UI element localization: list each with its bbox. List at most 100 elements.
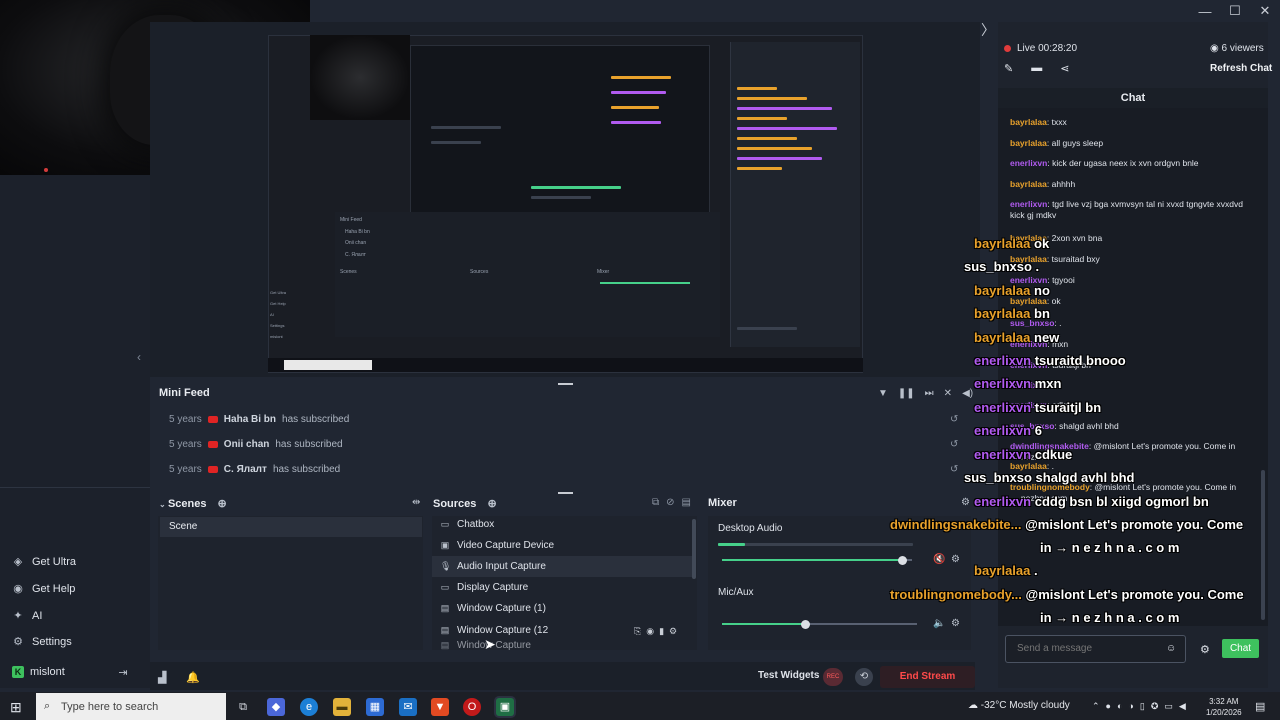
nav-divider [0, 487, 150, 488]
minimize-icon[interactable]: — [1194, 4, 1216, 19]
expand-panel-icon[interactable]: 〉 [981, 20, 995, 40]
chat-username[interactable]: bayrlalaa [1010, 138, 1047, 148]
skip-icon[interactable]: ⏭ [925, 388, 934, 399]
pause-icon[interactable]: ❚❚ [898, 388, 915, 399]
replay-alert-icon[interactable]: ↺ [950, 464, 958, 475]
chat-message-input[interactable] [1017, 643, 1167, 654]
nav-settings[interactable]: ⚙ Settings [12, 635, 72, 649]
filter-icon[interactable]: ▼ [878, 388, 888, 399]
nav-get-help[interactable]: ◉ Get Help [12, 582, 75, 596]
chat-settings-icon[interactable]: ⚙ [1200, 643, 1210, 656]
speaker-icon[interactable]: 🔈 [933, 618, 945, 629]
volume-icon[interactable]: ◀ [1179, 701, 1186, 712]
source-item[interactable]: ▭ Display Capture [432, 577, 692, 598]
left-nav: ◈ Get Ultra ◉ Get Help ✦ AI ⚙ Settings mislo… [0, 175, 150, 688]
scene-item[interactable]: Scene [160, 517, 422, 537]
emoji-icon[interactable]: ☺ [1166, 643, 1176, 654]
network-icon[interactable]: ▭ [1164, 701, 1173, 712]
slider-fill [722, 559, 903, 561]
link-icon[interactable]: ⎘ [634, 626, 641, 637]
source-item[interactable]: ▤ Window Capture (1) [432, 598, 692, 619]
nav-ai[interactable]: ✦ AI [12, 609, 42, 623]
record-button[interactable]: REC [823, 668, 843, 686]
nav-user[interactable]: mislont [30, 666, 65, 678]
add-source-icon[interactable]: ⊕ [487, 498, 496, 510]
layers-icon[interactable]: ▤ [682, 497, 691, 508]
test-widgets-button[interactable]: Test Widgets [758, 670, 819, 681]
end-stream-button[interactable]: End Stream [880, 666, 975, 688]
replay-alert-icon[interactable]: ↺ [950, 414, 958, 425]
brave-icon[interactable]: ▼ [431, 698, 449, 716]
weather-widget[interactable]: ☁ -32°C Mostly cloudy [968, 700, 1070, 711]
desktop-audio-volume-slider[interactable] [722, 555, 912, 565]
mail-icon[interactable]: ✉ [399, 698, 417, 716]
trash-icon[interactable]: ▮ [659, 626, 664, 637]
chat-scrollbar[interactable] [1261, 470, 1265, 620]
youtube-icon [207, 466, 218, 473]
maximize-icon[interactable]: ☐ [1224, 3, 1246, 19]
gear-icon[interactable]: ⚙ [951, 618, 960, 629]
source-item[interactable]: ▭ Chatbox [432, 514, 692, 535]
scene-transition-icon[interactable]: ⇹ [412, 497, 420, 508]
mute-alerts-icon[interactable]: ✕ [944, 388, 952, 399]
browser-icon: ▭ [440, 519, 450, 529]
mic-volume-slider[interactable] [722, 619, 917, 629]
close-icon[interactable]: ✕ [1254, 3, 1276, 19]
tray-app-icon[interactable]: ● [1106, 701, 1111, 712]
chat-username[interactable]: bayrlalaa [1010, 117, 1047, 127]
collapse-icon[interactable]: ⌄ [159, 500, 168, 509]
edit-icon[interactable]: ✎ [1004, 62, 1013, 75]
send-chat-button[interactable]: Chat [1222, 639, 1259, 658]
task-view-icon[interactable]: ⧉ [234, 698, 252, 716]
sources-scrollbar[interactable] [692, 519, 696, 579]
resize-handle[interactable] [558, 492, 573, 494]
chat-username[interactable]: enerlixvn [1010, 158, 1047, 168]
chat-username[interactable]: bayrlalaa [1010, 179, 1047, 189]
tray-app-icon[interactable]: ◑ [1128, 701, 1133, 712]
tray-app-icon[interactable]: ✪ [1151, 701, 1159, 712]
feed-event: 5 years C. Ялалт has subscribed [169, 464, 341, 475]
eye-icon[interactable]: ◉ [646, 626, 654, 637]
notifications-icon[interactable]: ▤ [1255, 700, 1265, 713]
source-row-actions: ⎘ ◉ ▮ ⚙ [634, 626, 677, 637]
resize-handle[interactable] [558, 383, 573, 385]
windows-start-icon[interactable]: ⊞ [10, 699, 26, 715]
store-icon[interactable]: ▦ [366, 698, 384, 716]
file-explorer-icon[interactable]: ▬ [333, 698, 351, 716]
replay-buffer-button[interactable]: ⟲ [855, 668, 873, 686]
taskbar-clock[interactable]: 3:32 AM 1/20/2026 [1206, 696, 1242, 718]
bell-icon[interactable]: 🔔 [186, 671, 200, 684]
preview-chat [730, 42, 860, 347]
streamlabs-icon[interactable]: ▣ [496, 698, 514, 716]
volume-icon[interactable]: ◀) [962, 388, 973, 399]
slider-knob[interactable] [898, 555, 907, 565]
add-scene-icon[interactable]: ⊕ [218, 498, 227, 510]
source-item-selected[interactable]: 🎙 Audio Input Capture [432, 556, 692, 577]
tray-app-icon[interactable]: ▯ [1140, 701, 1145, 712]
filter-source-icon[interactable]: ⊘ [666, 497, 674, 508]
refresh-chat-button[interactable]: Refresh Chat [1210, 63, 1272, 74]
dashboard-icon[interactable]: ▬ [1031, 62, 1042, 75]
gear-icon[interactable]: ⚙ [669, 626, 677, 637]
slider-knob[interactable] [801, 619, 811, 629]
nav-get-ultra[interactable]: ◈ Get Ultra [12, 555, 76, 569]
overlay-chat-line: in → n e z h n a . c o m [1040, 610, 1179, 625]
source-item[interactable]: ▤ Window Capture [432, 640, 692, 650]
stats-icon[interactable]: ▟ [158, 671, 166, 684]
source-item[interactable]: ▣ Video Capture Device [432, 535, 692, 556]
opera-icon[interactable]: O [463, 698, 481, 716]
replay-alert-icon[interactable]: ↺ [950, 439, 958, 450]
source-tools: ⧉ ⊘ ▤ [652, 497, 691, 508]
edge-icon[interactable]: e [300, 698, 318, 716]
gear-icon[interactable]: ⚙ [951, 554, 960, 565]
group-icon[interactable]: ⧉ [652, 497, 659, 508]
chevron-up-icon[interactable]: ⌃ [1092, 701, 1100, 712]
copilot-icon[interactable]: ◆ [267, 698, 285, 716]
tray-app-icon[interactable]: ◐ [1117, 701, 1122, 712]
speaker-mute-icon[interactable]: 🔇 [933, 554, 945, 565]
share-icon[interactable]: ⋖ [1060, 62, 1069, 75]
chat-username[interactable]: enerlixvn [1010, 199, 1047, 209]
chevron-left-icon[interactable]: ‹ [137, 350, 141, 364]
logout-icon[interactable]: ⇥ [117, 666, 129, 679]
mixer-settings-icon[interactable]: ⚙ [961, 497, 970, 508]
